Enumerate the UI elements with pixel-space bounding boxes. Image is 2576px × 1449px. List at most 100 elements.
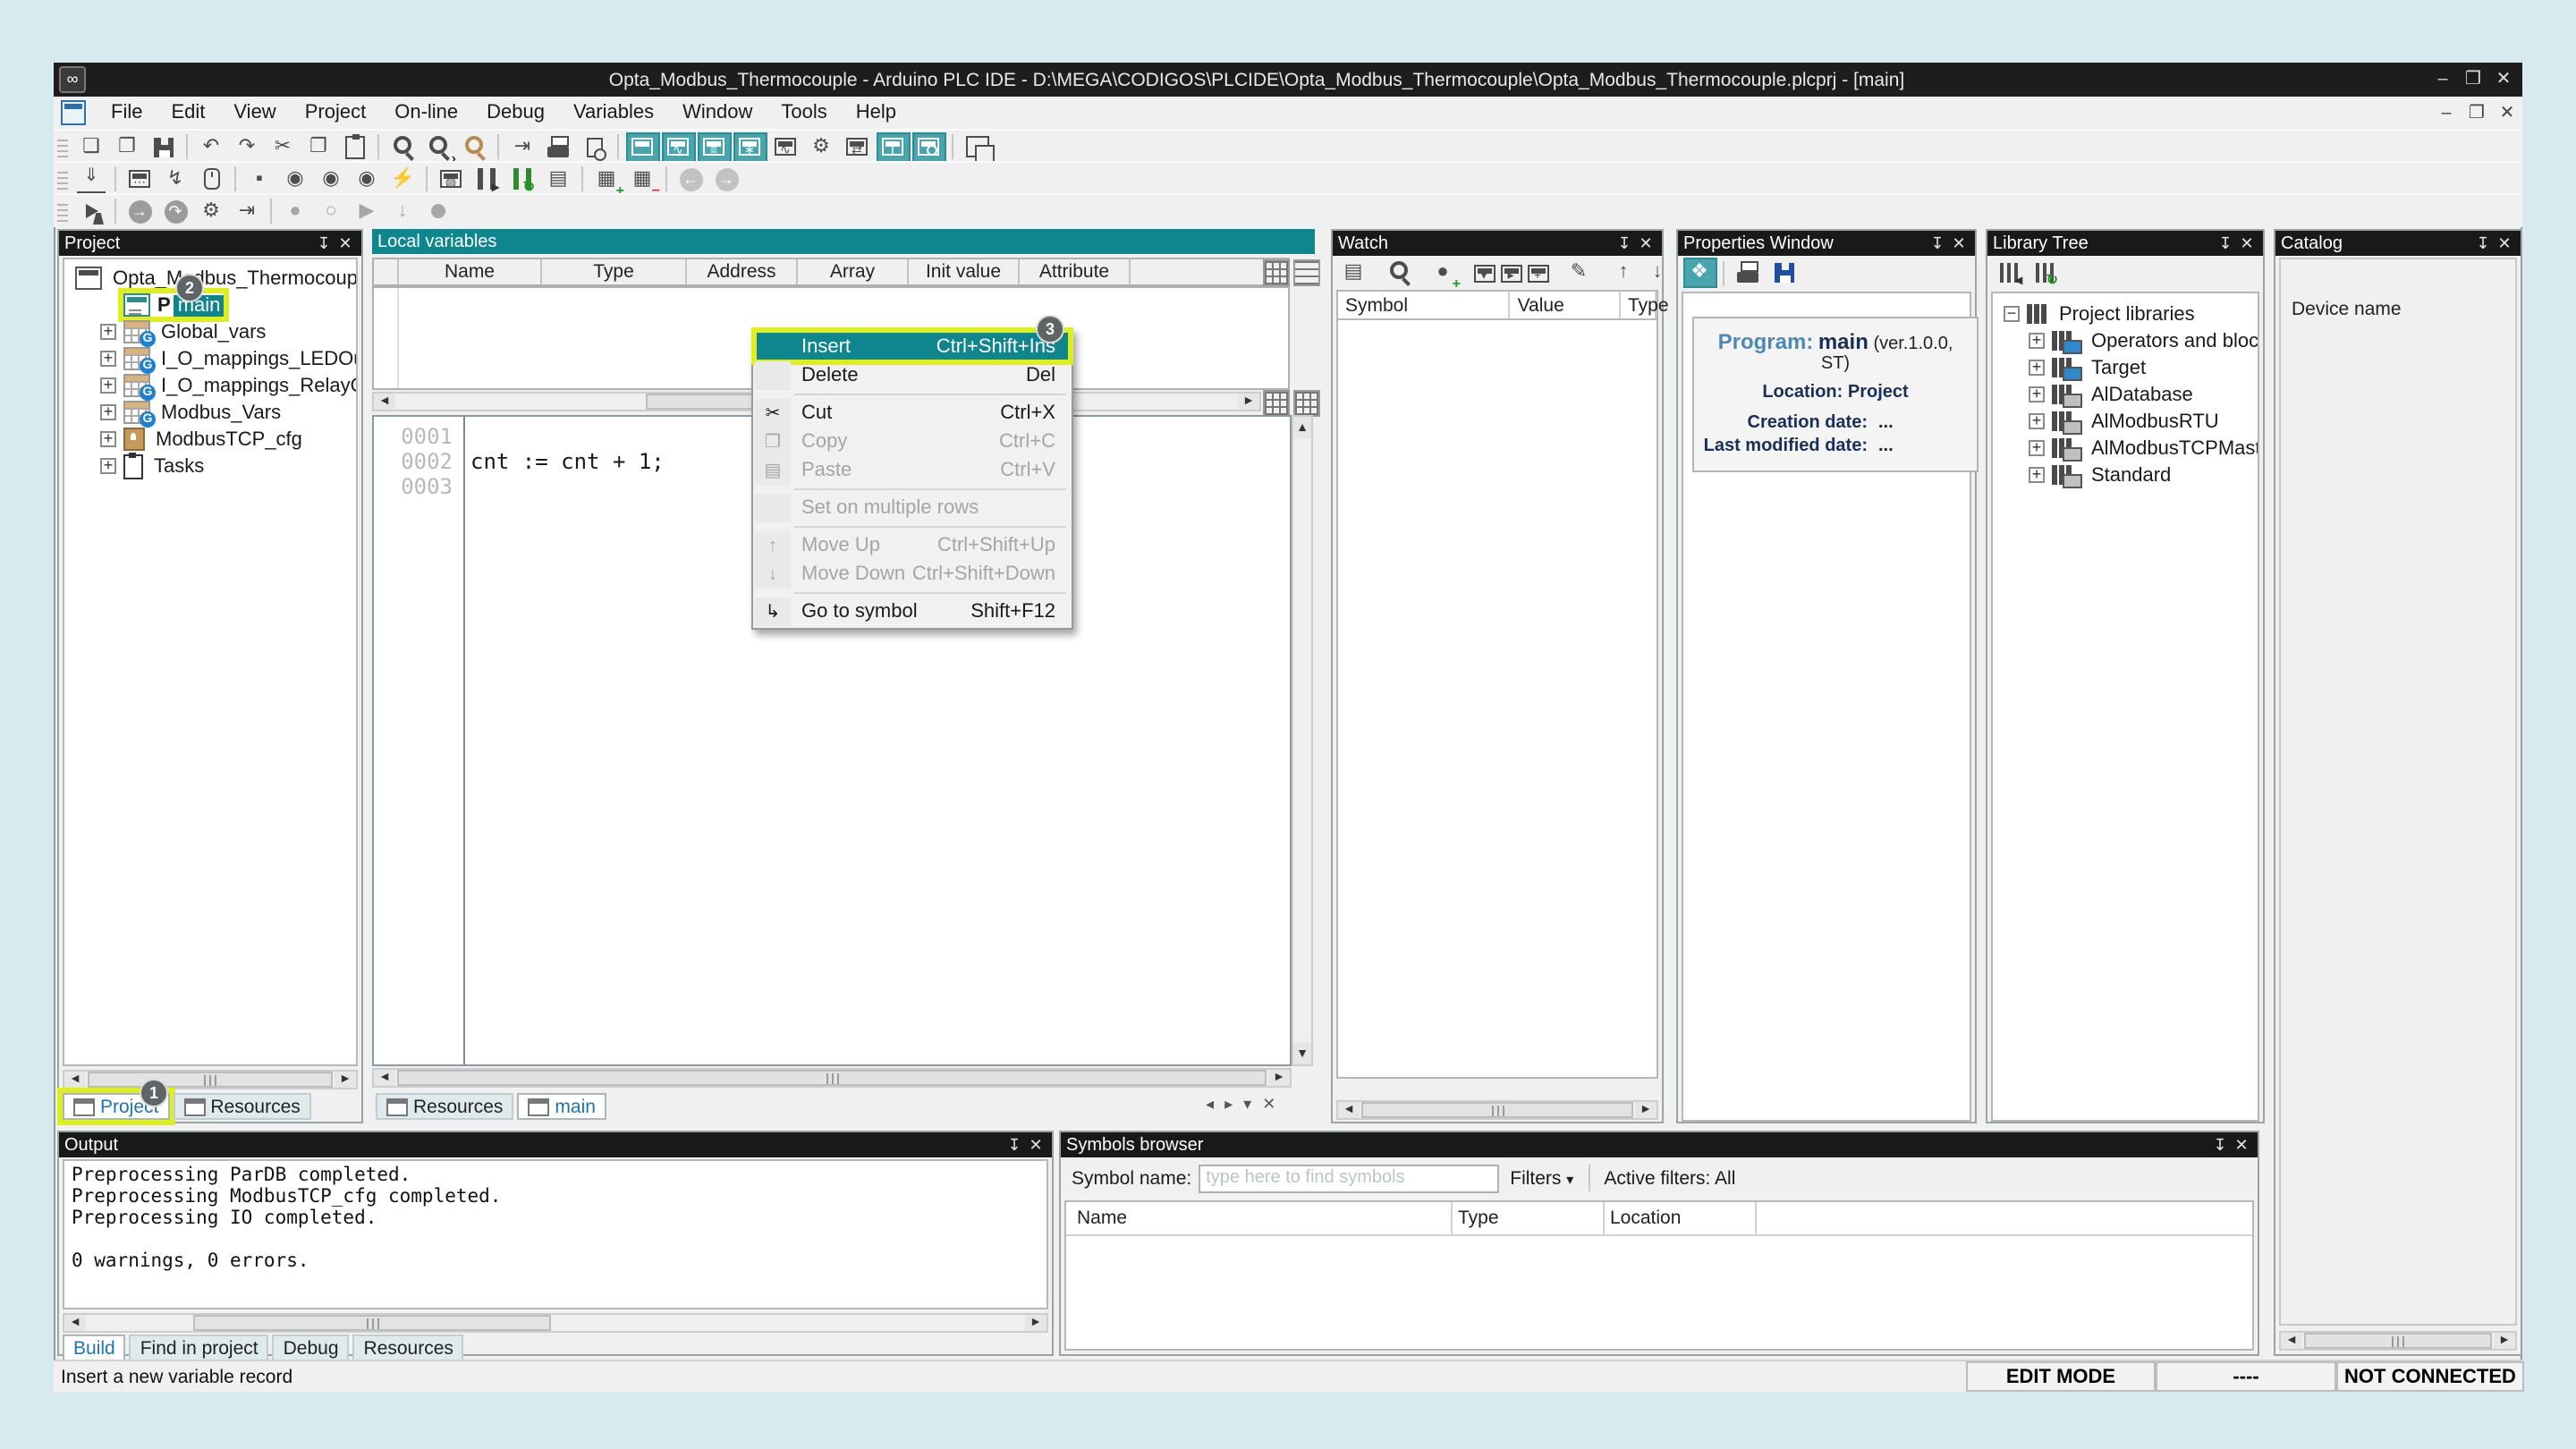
- open-resources-window-button[interactable]: ◍: [434, 164, 468, 194]
- editor-hscrollbar[interactable]: [372, 1068, 1292, 1088]
- library-item-operators-and-blocks[interactable]: +Operators and blocks: [2000, 327, 2258, 354]
- scroll-thumb[interactable]: [88, 1072, 333, 1088]
- paste-button[interactable]: [337, 131, 371, 162]
- project-panel-tab-project[interactable]: Project1: [63, 1093, 169, 1120]
- column-header-array[interactable]: Array: [798, 259, 909, 284]
- column-header-type[interactable]: Type: [542, 259, 687, 284]
- save-project-button[interactable]: [146, 131, 180, 162]
- simulation-speed-1-button[interactable]: ◉: [278, 164, 312, 194]
- expander-icon[interactable]: +: [2029, 333, 2045, 349]
- scroll-right-icon[interactable]: [335, 1072, 356, 1088]
- fast-communication-button[interactable]: ⚡: [386, 164, 419, 194]
- advanced-view-button[interactable]: ❖: [1682, 258, 1716, 288]
- expander-icon[interactable]: +: [100, 458, 116, 474]
- toggle-properties-window-button[interactable]: ⚙: [804, 131, 838, 162]
- export-watch-list-button[interactable]: ▸: [1498, 258, 1523, 288]
- print-properties-button[interactable]: [1731, 258, 1765, 288]
- output-tab-resources[interactable]: Resources: [353, 1335, 464, 1361]
- scroll-thumb[interactable]: [193, 1315, 551, 1331]
- print-button[interactable]: [541, 131, 575, 162]
- pin-icon[interactable]: ↧: [2209, 1135, 2231, 1155]
- scroll-left-icon[interactable]: [64, 1072, 86, 1088]
- library-item-standard[interactable]: +Standard: [2000, 462, 2258, 488]
- symbols-column-location[interactable]: Location: [1610, 1202, 1681, 1234]
- output-tab-build[interactable]: Build: [63, 1335, 126, 1361]
- editor-vscrollbar[interactable]: [1292, 415, 1313, 1066]
- library-manager-button[interactable]: ◂: [1992, 258, 2026, 288]
- undo-button[interactable]: ↶: [194, 131, 228, 162]
- close-button[interactable]: ✕: [2488, 70, 2519, 89]
- run-simulation-button[interactable]: [74, 196, 108, 226]
- full-screen-button[interactable]: [960, 131, 994, 162]
- delete-record-button[interactable]: ▦−: [625, 164, 659, 194]
- scroll-right-icon[interactable]: [2494, 1333, 2515, 1349]
- project-hscrollbar[interactable]: [63, 1070, 358, 1089]
- move-item-up-button[interactable]: ↑: [1607, 258, 1640, 288]
- tree-item-global-vars[interactable]: +GGlobal_vars: [68, 318, 356, 345]
- menu-help[interactable]: Help: [842, 98, 911, 127]
- scroll-down-icon[interactable]: [1293, 1043, 1311, 1064]
- compile-button[interactable]: ▸: [470, 164, 504, 194]
- menu-tools[interactable]: Tools: [767, 98, 841, 127]
- watch-hscrollbar[interactable]: [1336, 1100, 1658, 1120]
- menu-edit[interactable]: Edit: [157, 98, 219, 127]
- menu-file[interactable]: File: [97, 98, 157, 127]
- tree-item-modbus-vars[interactable]: +GModbus_Vars: [68, 399, 356, 426]
- cut-button[interactable]: ✂: [266, 131, 300, 162]
- library-item-almodbustcpmaster[interactable]: +AlModbusTCPMaster: [2000, 435, 2258, 462]
- menu-project[interactable]: Project: [291, 98, 381, 127]
- expander-icon[interactable]: +: [2029, 386, 2045, 402]
- output-log[interactable]: Preprocessing ParDB completed.Preprocess…: [63, 1159, 1048, 1309]
- expander-icon[interactable]: +: [100, 324, 116, 340]
- library-item-aldatabase[interactable]: +AlDatabase: [2000, 381, 2258, 408]
- recompile-all-button[interactable]: ↻: [505, 164, 539, 194]
- download-code-button[interactable]: ⇓: [74, 164, 108, 194]
- output-hscrollbar[interactable]: [63, 1313, 1048, 1333]
- scroll-left-icon[interactable]: [2281, 1333, 2302, 1349]
- watch-list-options-button[interactable]: ▤: [1337, 258, 1369, 288]
- pin-icon[interactable]: ↧: [2215, 233, 2236, 253]
- watch-column-type[interactable]: Type: [1621, 292, 1657, 318]
- document-tab-resources[interactable]: Resources: [376, 1093, 513, 1120]
- mdi-close-button[interactable]: ✕: [2492, 103, 2522, 123]
- scroll-left-icon[interactable]: [1338, 1102, 1360, 1118]
- insert-breakpoint-line-button[interactable]: ⇥: [230, 196, 264, 226]
- expander-icon[interactable]: +: [100, 431, 116, 447]
- menu-debug[interactable]: Debug: [472, 98, 559, 127]
- expander-icon[interactable]: −: [2004, 306, 2020, 322]
- debug-options-button[interactable]: ⚙: [194, 196, 228, 226]
- new-document-button[interactable]: ❏: [74, 131, 108, 162]
- scroll-left-icon[interactable]: [374, 394, 395, 410]
- close-icon[interactable]: ✕: [2231, 1135, 2252, 1155]
- scroll-thumb[interactable]: [397, 1070, 1267, 1086]
- find-in-project-button[interactable]: [457, 131, 491, 162]
- step-into-button[interactable]: →: [123, 196, 157, 226]
- toolbar1-grip[interactable]: [57, 136, 68, 157]
- device-connection-settings-button[interactable]: ⋯: [123, 164, 157, 194]
- column-header-address[interactable]: Address: [687, 259, 798, 284]
- restore-button[interactable]: ❐: [2458, 70, 2488, 89]
- toggle-cross-reference-window-button[interactable]: ⇄: [840, 131, 874, 162]
- pin-icon[interactable]: ↧: [1614, 233, 1635, 253]
- tree-item-i-o-mappings-ledout[interactable]: +GI_O_mappings_LEDOut: [68, 345, 356, 372]
- save-properties-button[interactable]: [1767, 258, 1801, 288]
- simulation-speed-2-button[interactable]: ◉: [314, 164, 348, 194]
- tree-item-i-o-mappings-relayout[interactable]: +GI_O_mappings_RelayOut: [68, 372, 356, 399]
- toggle-oscilloscope-window-button[interactable]: ∿: [768, 131, 802, 162]
- menu-on-line[interactable]: On-line: [380, 98, 472, 127]
- grid-key-icon[interactable]: [1293, 390, 1320, 417]
- catalog-hscrollbar[interactable]: [2279, 1331, 2517, 1351]
- context-menu-item-delete[interactable]: DeleteDel: [755, 361, 1070, 390]
- toggle-project-window-button[interactable]: [625, 131, 659, 162]
- tree-item-tasks[interactable]: +Tasks: [68, 453, 356, 479]
- minimize-button[interactable]: –: [2428, 70, 2458, 89]
- context-menu-item-insert[interactable]: InsertCtrl+Shift+Ins: [755, 331, 1070, 361]
- insert-new-item-button[interactable]: +: [1525, 258, 1550, 288]
- close-icon[interactable]: ✕: [2236, 233, 2258, 253]
- import-watch-list-button[interactable]: ▾: [1471, 258, 1496, 288]
- context-menu-item-cut[interactable]: ✂CutCtrl+X: [755, 399, 1070, 428]
- filters-button[interactable]: Filters ▾: [1510, 1167, 1573, 1189]
- scroll-right-icon[interactable]: [1025, 1315, 1046, 1331]
- tab-list-icon[interactable]: ▾: [1243, 1095, 1251, 1114]
- pin-icon[interactable]: ↧: [1004, 1135, 1025, 1155]
